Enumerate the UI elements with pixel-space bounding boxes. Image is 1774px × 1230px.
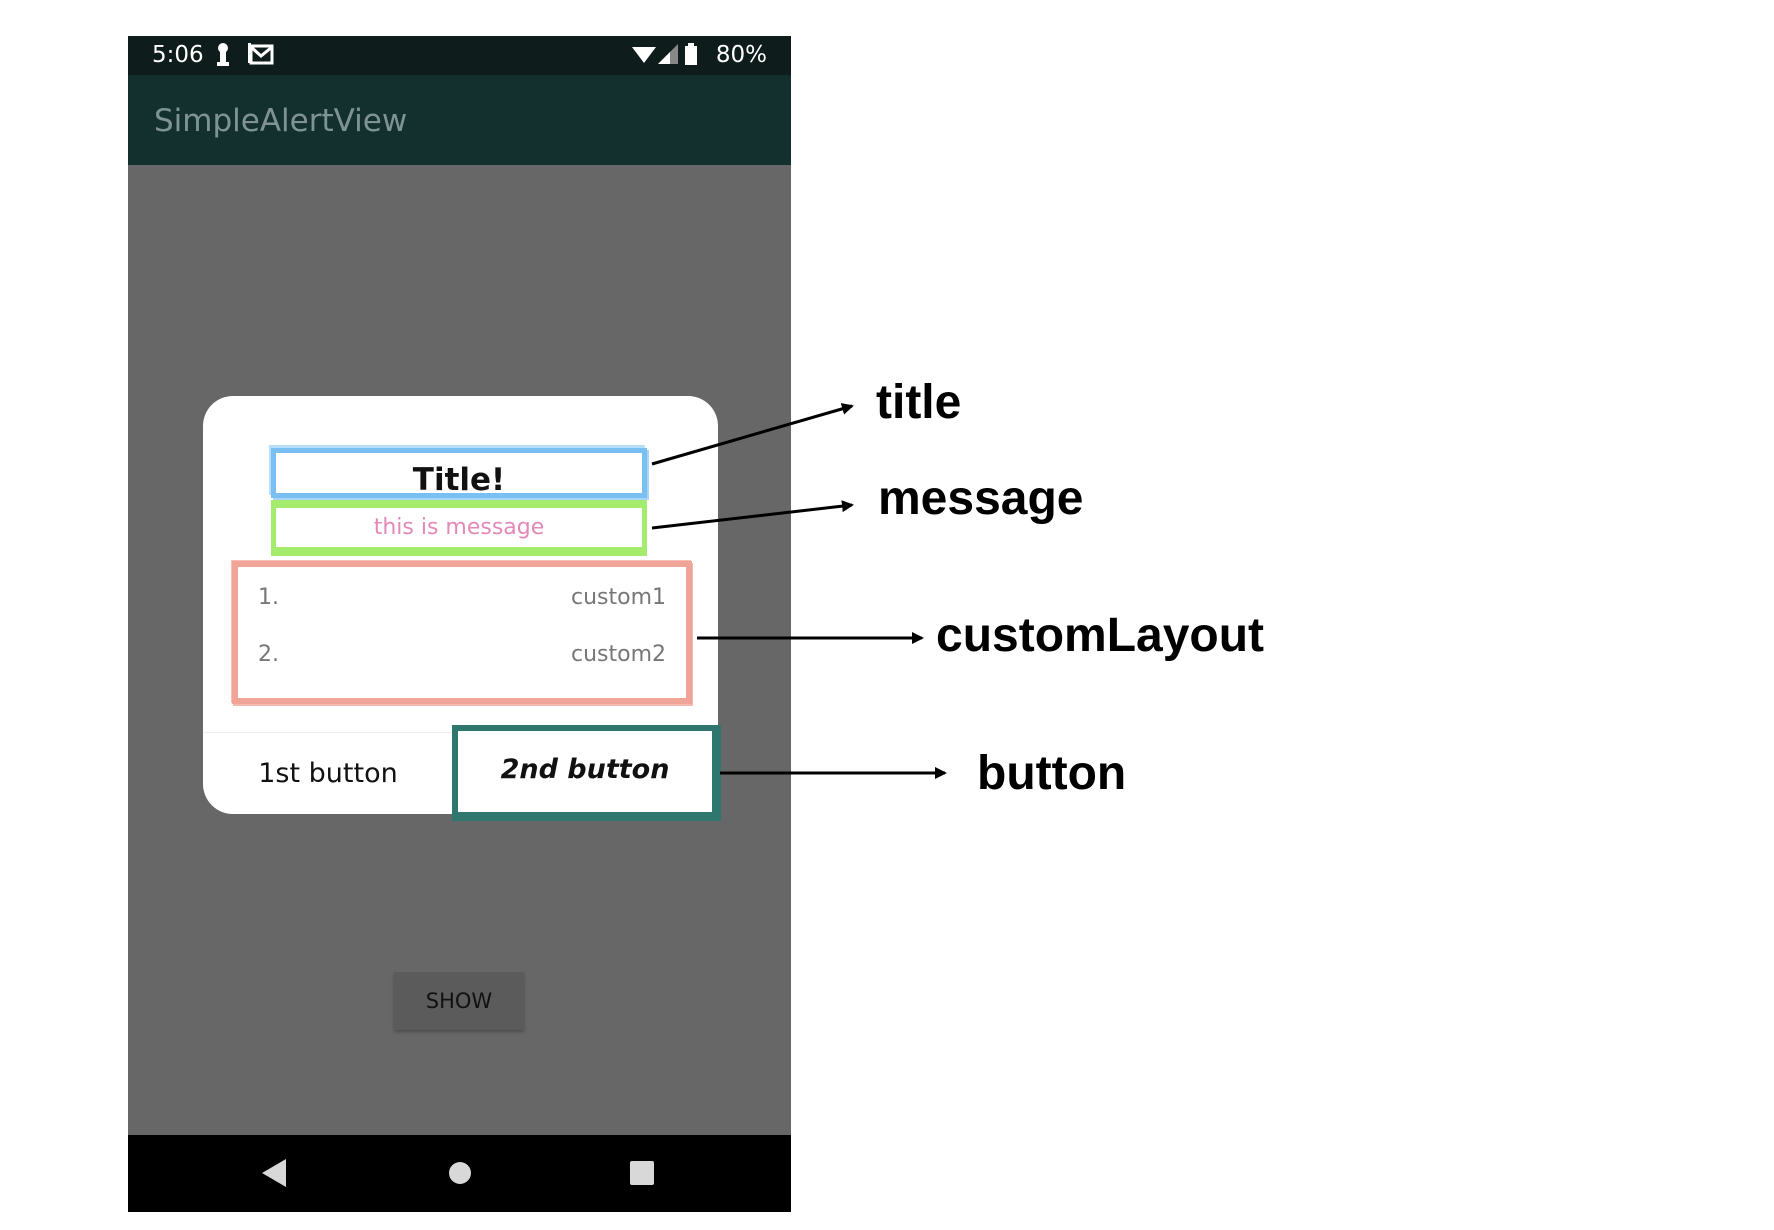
title-arrow: [651, 403, 854, 466]
annotation-button: button: [977, 747, 1127, 800]
annotation-custom-layout: customLayout: [936, 609, 1265, 662]
message-arrow: [651, 500, 854, 530]
annotation-title: title: [876, 376, 962, 429]
annotation-arrows: [651, 403, 947, 779]
annotation-message: message: [878, 472, 1084, 525]
